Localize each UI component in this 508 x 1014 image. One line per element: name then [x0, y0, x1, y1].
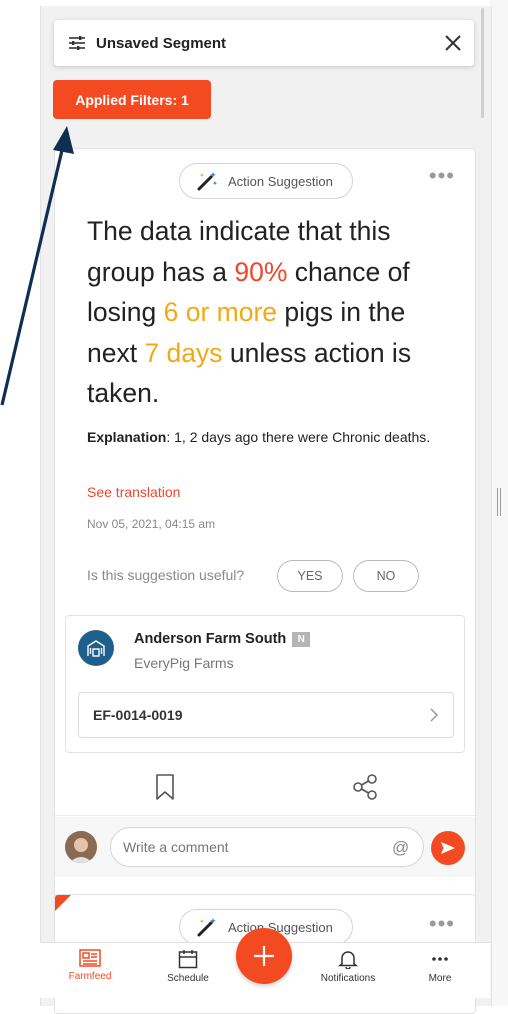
headline-period: 7 days: [144, 337, 223, 368]
action-suggestion-label: Action Suggestion: [228, 919, 333, 935]
no-button[interactable]: NO: [353, 560, 419, 592]
farm-type-badge: N: [292, 632, 311, 647]
more-options-icon[interactable]: •••: [429, 913, 455, 935]
nav-more[interactable]: More: [404, 949, 476, 995]
calendar-icon: [178, 950, 198, 969]
usefulness-question: Is this suggestion useful?: [87, 567, 245, 583]
send-icon: [441, 842, 455, 854]
bookmark-icon[interactable]: [153, 773, 177, 801]
explanation-text: : 1, 2 days ago there were Chronic death…: [166, 429, 431, 445]
nav-farmfeed[interactable]: Farmfeed: [54, 949, 126, 995]
segment-title: Unsaved Segment: [96, 34, 227, 52]
farm-info-box: Anderson Farm South N EveryPig Farms EF-0…: [65, 615, 465, 753]
applied-filters-button[interactable]: Applied Filters: 1: [53, 80, 211, 119]
plus-icon: [254, 946, 274, 966]
bell-icon: [338, 951, 358, 969]
new-indicator: [55, 895, 71, 911]
more-options-icon[interactable]: •••: [429, 165, 455, 187]
magic-wand-icon: [197, 172, 218, 191]
nav-schedule-label: Schedule: [167, 973, 209, 984]
farmfeed-icon: [79, 949, 101, 967]
barn-icon: [87, 640, 105, 657]
more-dots-icon: [432, 957, 448, 961]
share-icon[interactable]: [351, 773, 379, 801]
mention-icon[interactable]: @: [392, 838, 409, 858]
action-suggestion-label: Action Suggestion: [228, 173, 333, 189]
see-translation-link[interactable]: See translation: [87, 484, 180, 500]
chevron-right-icon: [430, 708, 439, 722]
filter-sliders-icon: [69, 36, 85, 50]
user-avatar: [65, 831, 97, 863]
farm-name[interactable]: Anderson Farm South N: [134, 631, 311, 647]
timestamp: Nov 05, 2021, 04:15 am: [87, 517, 216, 531]
headline-probability: 90%: [234, 256, 288, 287]
suggestion-headline: The data indicate that this group has a …: [87, 211, 447, 414]
suggestion-card: Action Suggestion ••• The data indicate …: [54, 148, 476, 982]
farm-company: EveryPig Farms: [134, 655, 234, 671]
segment-bar: Unsaved Segment: [54, 20, 474, 66]
pen-id: EF-0014-0019: [93, 707, 183, 723]
action-suggestion-badge: Action Suggestion: [179, 163, 353, 199]
nav-more-label: More: [428, 973, 452, 984]
nav-schedule[interactable]: Schedule: [152, 949, 224, 995]
nav-notifications-label: Notifications: [320, 973, 376, 984]
farm-avatar: [78, 630, 114, 666]
comment-input[interactable]: [110, 827, 424, 867]
nav-farmfeed-label: Farmfeed: [68, 971, 112, 982]
scrollbar[interactable]: [481, 8, 484, 118]
headline-amount: 6 or more: [163, 297, 278, 327]
magic-wand-icon: [197, 918, 216, 937]
nav-notifications[interactable]: Notifications: [305, 949, 391, 995]
yes-button[interactable]: YES: [277, 560, 343, 592]
close-icon[interactable]: [444, 34, 462, 52]
resize-handle[interactable]: [497, 488, 501, 516]
pen-row[interactable]: EF-0014-0019: [78, 692, 454, 738]
farm-name-label: Anderson Farm South: [134, 631, 287, 647]
explanation: Explanation: 1, 2 days ago there were Ch…: [87, 425, 437, 449]
create-button[interactable]: [236, 928, 292, 984]
explanation-label: Explanation: [87, 429, 167, 445]
send-button[interactable]: [431, 831, 465, 865]
card-divider: [55, 815, 475, 816]
user-avatar-image: [65, 831, 97, 863]
